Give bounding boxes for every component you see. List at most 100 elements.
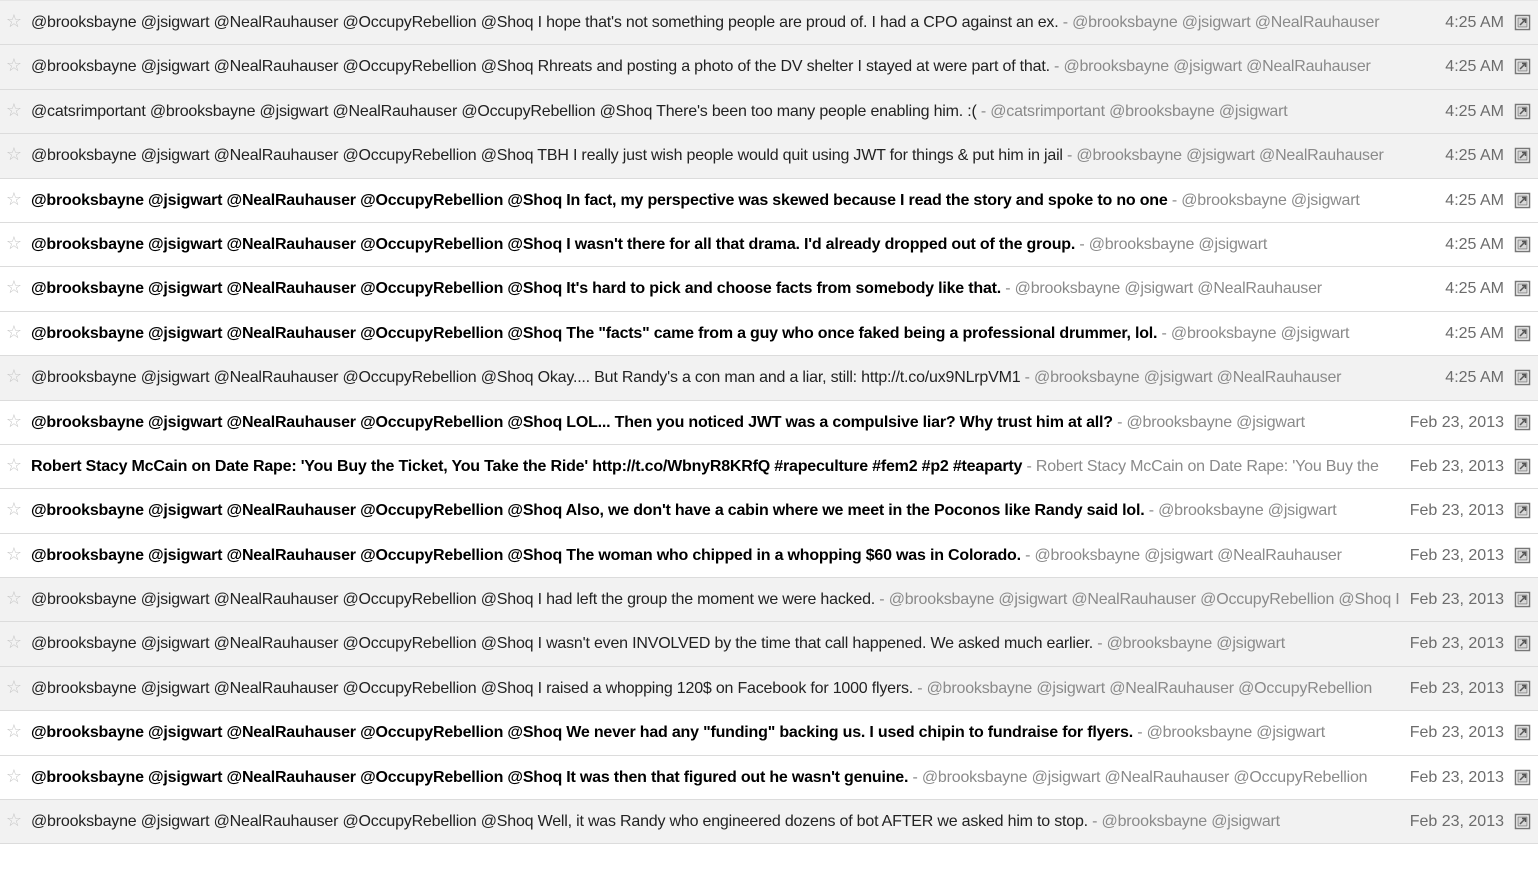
message-snippet: @brooksbayne @jsigwart [1106, 635, 1286, 653]
message-preview[interactable]: @brooksbayne @jsigwart @NealRauhauser @O… [31, 279, 1399, 299]
message-preview[interactable]: @brooksbayne @jsigwart @NealRauhauser @O… [31, 235, 1399, 255]
open-in-new-window-icon[interactable] [1514, 635, 1531, 652]
snippet-separator: - [976, 102, 991, 120]
message-row[interactable]: ☆ @brooksbayne @jsigwart @NealRauhauser … [0, 311, 1538, 357]
open-in-new-window-icon[interactable] [1514, 547, 1531, 564]
open-in-new-window-icon[interactable] [1514, 502, 1531, 519]
message-preview[interactable]: @brooksbayne @jsigwart @NealRauhauser @O… [31, 501, 1399, 521]
message-list: ☆ @brooksbayne @jsigwart @NealRauhauser … [0, 0, 1538, 845]
star-icon[interactable]: ☆ [4, 100, 24, 121]
star-icon[interactable]: ☆ [4, 322, 24, 343]
open-in-new-window-icon[interactable] [1514, 192, 1531, 209]
message-preview[interactable]: @brooksbayne @jsigwart @NealRauhauser @O… [31, 324, 1399, 344]
message-row[interactable]: ☆ @brooksbayne @jsigwart @NealRauhauser … [0, 711, 1538, 756]
star-icon[interactable]: ☆ [4, 811, 24, 831]
snippet-separator: - [1058, 14, 1073, 31]
message-preview[interactable]: @brooksbayne @jsigwart @NealRauhauser @O… [31, 146, 1399, 166]
open-in-new-window-icon[interactable] [1514, 369, 1531, 386]
message-snippet: @catsrimportant @brooksbayne @jsigwart [990, 102, 1288, 120]
star-icon[interactable]: ☆ [4, 766, 24, 787]
star-icon[interactable]: ☆ [4, 589, 24, 609]
message-row[interactable]: ☆ @brooksbayne @jsigwart @NealRauhauser … [0, 178, 1538, 223]
message-preview[interactable]: @brooksbayne @jsigwart @NealRauhauser @O… [31, 413, 1399, 433]
open-in-new-window-icon[interactable] [1514, 236, 1531, 253]
star-icon[interactable]: ☆ [4, 367, 24, 387]
open-in-new-window-icon[interactable] [1514, 591, 1531, 608]
snippet-separator: - [1022, 457, 1036, 475]
message-row[interactable]: ☆ @brooksbayne @jsigwart @NealRauhauser … [0, 622, 1538, 667]
message-row[interactable]: ☆ @brooksbayne @jsigwart @NealRauhauser … [0, 222, 1538, 268]
message-preview[interactable]: @brooksbayne @jsigwart @NealRauhauser @O… [31, 57, 1399, 77]
open-in-new-window-icon[interactable] [1514, 813, 1531, 830]
star-icon[interactable]: ☆ [4, 544, 24, 565]
message-preview[interactable]: @brooksbayne @jsigwart @NealRauhauser @O… [31, 546, 1399, 566]
star-icon[interactable]: ☆ [4, 233, 24, 254]
message-row[interactable]: ☆ @brooksbayne @jsigwart @NealRauhauser … [0, 666, 1538, 712]
message-date: Feb 23, 2013 [1409, 724, 1504, 742]
open-in-new-window-icon[interactable] [1514, 414, 1531, 431]
message-snippet: @brooksbayne @jsigwart @NealRauhauser [1076, 147, 1384, 165]
message-preview[interactable]: @brooksbayne @jsigwart @NealRauhauser @O… [31, 590, 1399, 610]
open-in-new-window-icon[interactable] [1514, 147, 1531, 164]
open-in-new-window-icon[interactable] [1514, 103, 1531, 120]
message-row[interactable]: ☆ @brooksbayne @jsigwart @NealRauhauser … [0, 356, 1538, 401]
message-row[interactable]: ☆ @catsrimportant @brooksbayne @jsigwart… [0, 89, 1538, 135]
message-subject: @brooksbayne @jsigwart @NealRauhauser @O… [31, 191, 1168, 209]
message-row[interactable]: ☆ @brooksbayne @jsigwart @NealRauhauser … [0, 45, 1538, 90]
star-icon[interactable]: ☆ [4, 633, 24, 653]
message-preview[interactable]: @brooksbayne @jsigwart @NealRauhauser @O… [31, 768, 1399, 788]
message-date: Feb 23, 2013 [1409, 546, 1504, 564]
message-snippet: @brooksbayne @jsigwart [1088, 235, 1268, 253]
star-icon[interactable]: ☆ [4, 278, 24, 298]
star-icon[interactable]: ☆ [4, 56, 24, 76]
snippet-separator: - [1049, 58, 1064, 76]
snippet-separator: - [1020, 546, 1035, 564]
open-in-new-window-icon[interactable] [1514, 14, 1531, 31]
message-snippet: @brooksbayne @jsigwart @NealRauhauser @O… [888, 591, 1399, 609]
open-in-new-window-icon[interactable] [1514, 325, 1531, 342]
message-row[interactable]: ☆ @brooksbayne @jsigwart @NealRauhauser … [0, 267, 1538, 312]
message-subject: @brooksbayne @jsigwart @NealRauhauser @O… [31, 147, 1063, 165]
open-in-new-window-icon[interactable] [1514, 724, 1531, 741]
snippet-separator: - [1062, 147, 1077, 165]
star-icon[interactable]: ☆ [4, 145, 24, 165]
star-icon[interactable]: ☆ [4, 722, 24, 742]
message-snippet: @brooksbayne @jsigwart [1126, 413, 1305, 431]
star-icon[interactable]: ☆ [4, 411, 24, 432]
message-row[interactable]: ☆ @brooksbayne @jsigwart @NealRauhauser … [0, 578, 1538, 623]
open-in-new-window-icon[interactable] [1514, 280, 1531, 297]
star-icon[interactable]: ☆ [4, 455, 24, 476]
open-in-new-window-icon[interactable] [1514, 680, 1531, 697]
message-row[interactable]: ☆ @brooksbayne @jsigwart @NealRauhauser … [0, 1, 1538, 46]
message-date: 4:25 AM [1445, 102, 1504, 120]
message-row[interactable]: ☆ @brooksbayne @jsigwart @NealRauhauser … [0, 533, 1538, 579]
message-preview[interactable]: @brooksbayne @jsigwart @NealRauhauser @O… [31, 679, 1399, 699]
open-in-new-window-icon[interactable] [1514, 769, 1531, 786]
message-date: 4:25 AM [1445, 147, 1504, 165]
message-preview[interactable]: @brooksbayne @jsigwart @NealRauhauser @O… [31, 13, 1399, 33]
star-icon[interactable]: ☆ [4, 677, 24, 698]
message-preview[interactable]: Robert Stacy McCain on Date Rape: 'You B… [31, 457, 1399, 477]
message-snippet: @brooksbayne @jsigwart @NealRauhauser [1014, 280, 1322, 298]
message-preview[interactable]: @brooksbayne @jsigwart @NealRauhauser @O… [31, 812, 1399, 832]
message-preview[interactable]: @brooksbayne @jsigwart @NealRauhauser @O… [31, 723, 1399, 743]
message-preview[interactable]: @catsrimportant @brooksbayne @jsigwart @… [31, 102, 1399, 122]
open-in-new-window-icon[interactable] [1514, 458, 1531, 475]
star-icon[interactable]: ☆ [4, 189, 24, 210]
message-preview[interactable]: @brooksbayne @jsigwart @NealRauhauser @O… [31, 634, 1399, 654]
message-preview[interactable]: @brooksbayne @jsigwart @NealRauhauser @O… [31, 368, 1399, 388]
message-date: Feb 23, 2013 [1409, 591, 1504, 609]
message-subject: @brooksbayne @jsigwart @NealRauhauser @O… [31, 369, 1021, 387]
message-row[interactable]: ☆ @brooksbayne @jsigwart @NealRauhauser … [0, 134, 1538, 179]
open-in-new-window-icon[interactable] [1514, 58, 1531, 75]
message-row[interactable]: ☆ @brooksbayne @jsigwart @NealRauhauser … [0, 400, 1538, 445]
message-date: 4:25 AM [1445, 14, 1504, 31]
message-row[interactable]: ☆ @brooksbayne @jsigwart @NealRauhauser … [0, 489, 1538, 534]
message-row[interactable]: ☆ @brooksbayne @jsigwart @NealRauhauser … [0, 755, 1538, 801]
star-icon[interactable]: ☆ [4, 12, 24, 32]
message-row[interactable]: ☆ @brooksbayne @jsigwart @NealRauhauser … [0, 800, 1538, 845]
message-date: 4:25 AM [1445, 58, 1504, 76]
message-preview[interactable]: @brooksbayne @jsigwart @NealRauhauser @O… [31, 191, 1399, 211]
message-row[interactable]: ☆ Robert Stacy McCain on Date Rape: 'You… [0, 444, 1538, 490]
star-icon[interactable]: ☆ [4, 500, 24, 520]
